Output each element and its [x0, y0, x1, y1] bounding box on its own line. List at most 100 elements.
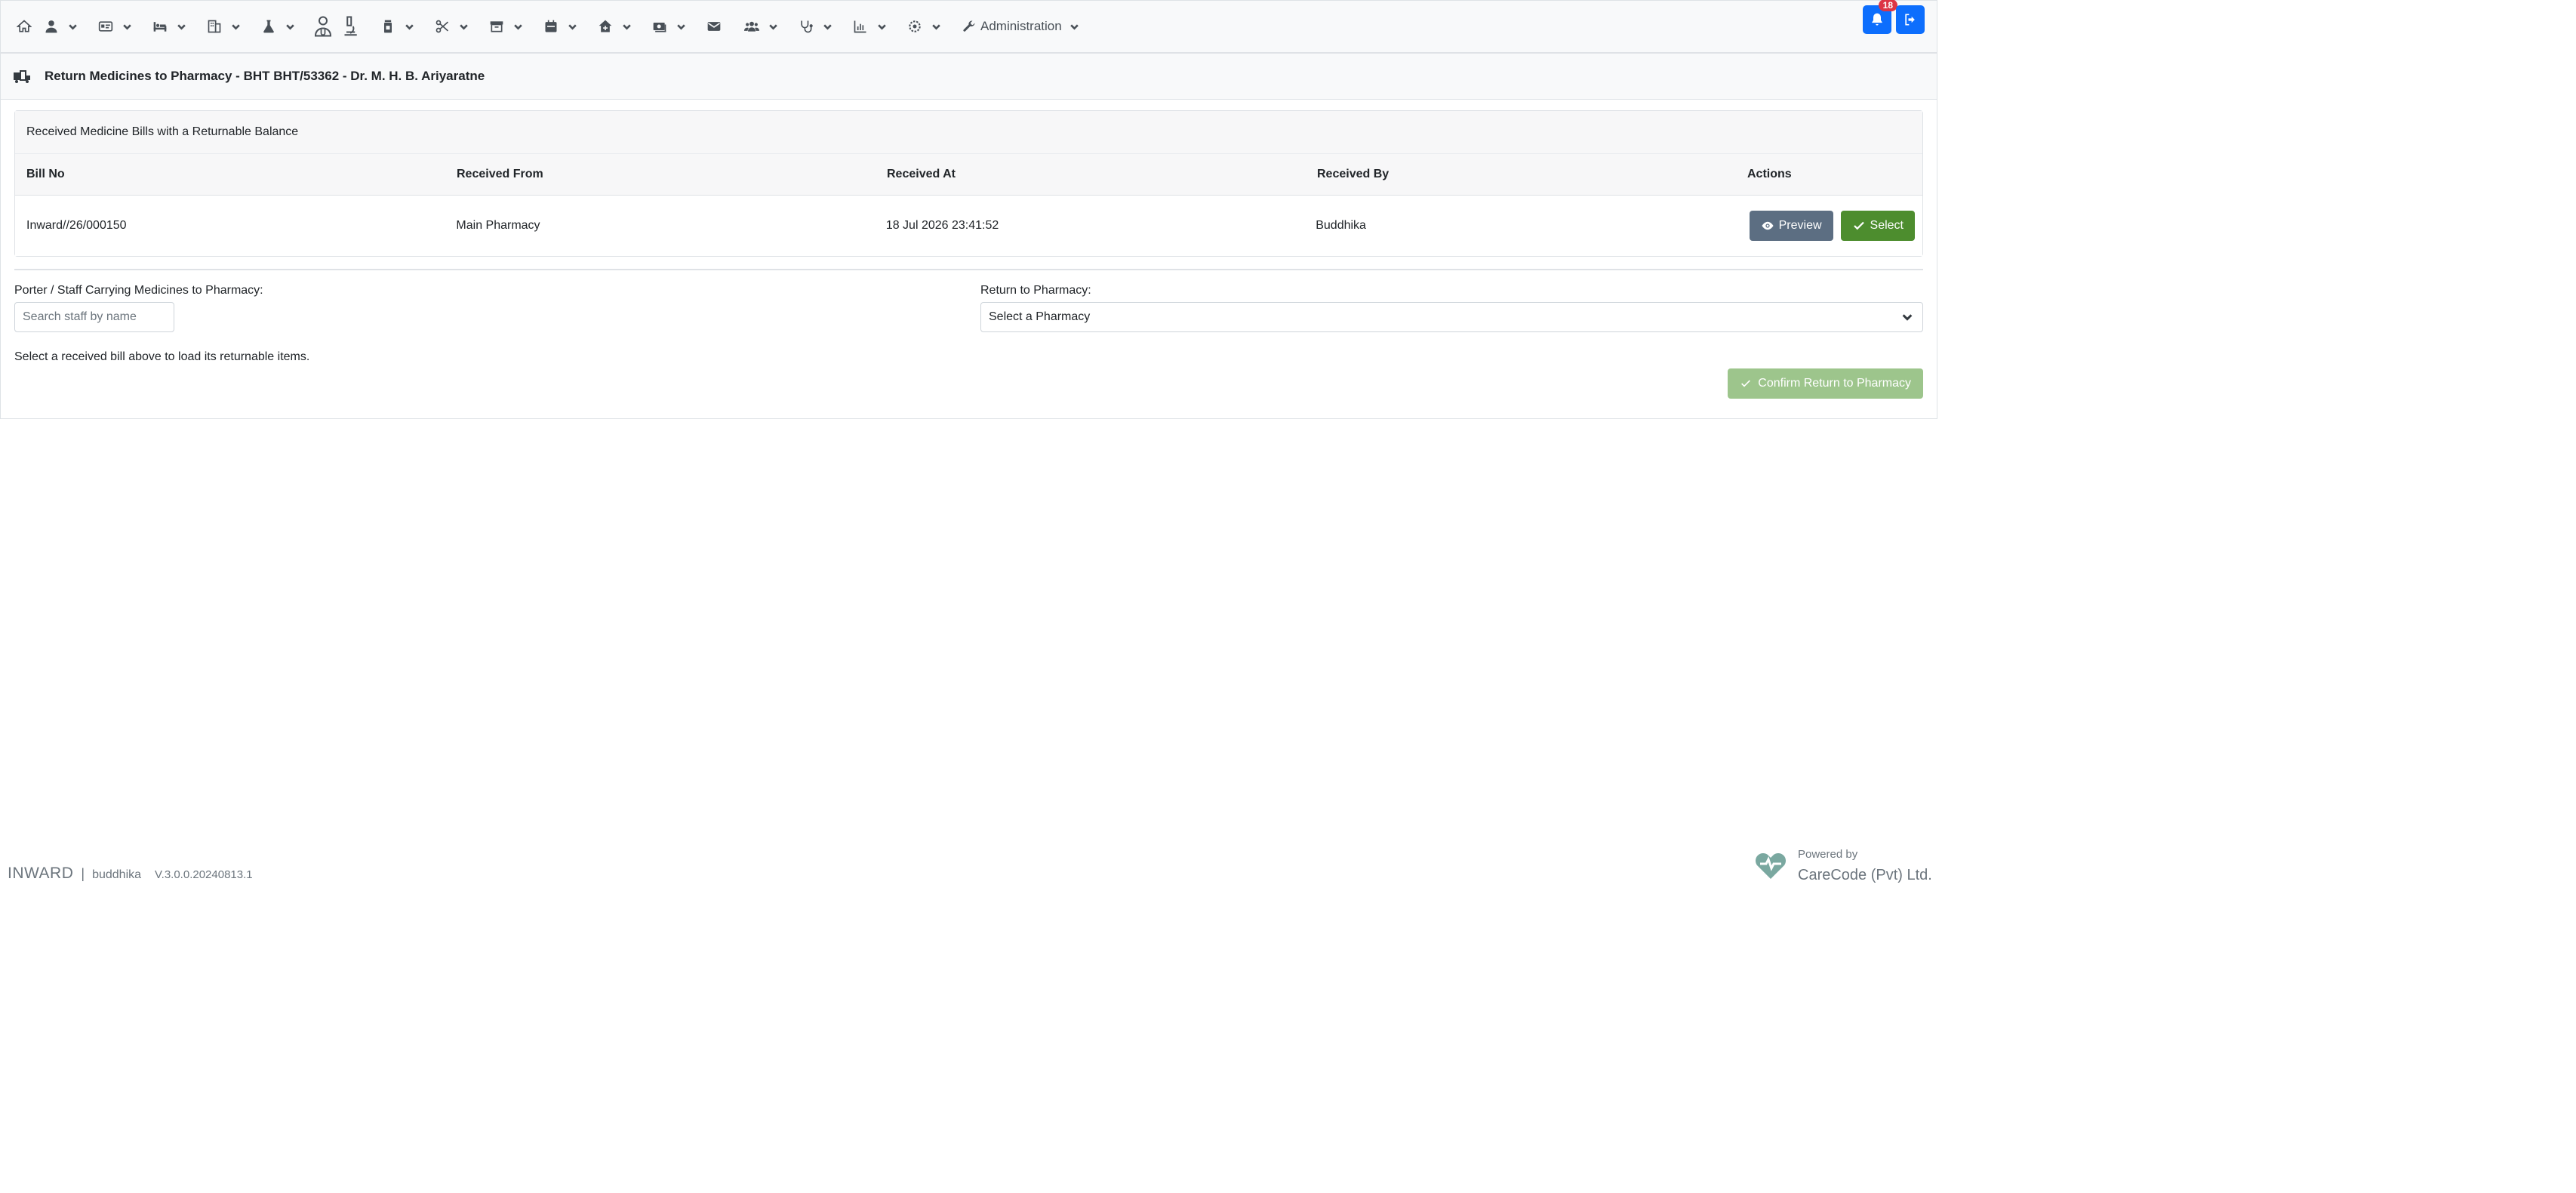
select-button[interactable]: Select — [1840, 211, 1915, 241]
nav-theatre[interactable] — [429, 11, 482, 42]
nav-inward[interactable] — [147, 11, 200, 42]
bed-icon[interactable] — [147, 14, 173, 39]
chevron-down-icon[interactable] — [564, 18, 580, 35]
pharmacy-select[interactable]: Select a Pharmacy — [980, 302, 1923, 332]
chevron-down-icon[interactable] — [401, 18, 417, 35]
stethoscope-icon[interactable] — [793, 14, 819, 39]
preview-label: Preview — [1778, 219, 1822, 232]
nav-store[interactable] — [484, 11, 537, 42]
select-label: Select — [1870, 219, 1904, 232]
home-icon[interactable] — [11, 14, 37, 39]
check-icon — [1853, 221, 1864, 230]
chevron-down-icon[interactable] — [819, 18, 836, 35]
footer-user: buddhika — [92, 868, 142, 881]
chevron-down-icon[interactable] — [173, 18, 189, 35]
nav-patients[interactable] — [38, 11, 91, 42]
navbar-right-actions: 18 — [1863, 0, 1925, 34]
divider — [14, 269, 1923, 270]
cell-received-from: Main Pharmacy — [456, 219, 540, 232]
envelope-icon[interactable] — [701, 14, 727, 39]
bell-icon — [1872, 13, 1882, 26]
column-header-actions: Actions — [1747, 168, 1792, 180]
chevron-down-icon[interactable] — [227, 18, 244, 35]
confirm-row: Confirm Return to Pharmacy — [14, 368, 1923, 399]
porter-field-group: Porter / Staff Carrying Medicines to Pha… — [14, 284, 980, 364]
table-header: Bill No Received From Received At Receiv… — [15, 154, 1922, 196]
page-header: Return Medicines to Pharmacy - BHT BHT/5… — [1, 54, 1937, 100]
nav-appointments[interactable] — [538, 11, 591, 42]
money-icon[interactable] — [647, 14, 672, 39]
cell-actions: Preview Select — [1746, 211, 1922, 241]
nav-payments[interactable] — [647, 11, 700, 42]
logout-button[interactable] — [1896, 5, 1925, 34]
nav-clinical[interactable] — [793, 11, 846, 42]
column-header-received-from: Received From — [457, 168, 543, 180]
cell-received-by: Buddhika — [1316, 219, 1366, 232]
cell-bill-no: Inward//26/000150 — [26, 219, 127, 232]
microscope-icon[interactable] — [337, 14, 363, 39]
top-navbar: Administration 18 — [1, 0, 1937, 54]
doctor-icon[interactable] — [310, 14, 336, 39]
chevron-down-icon[interactable] — [618, 18, 635, 35]
confirm-return-button[interactable]: Confirm Return to Pharmacy — [1728, 368, 1923, 399]
powered-by-text: Powered by CareCode (Pvt) Ltd. — [1798, 848, 1932, 884]
nav-lab[interactable] — [256, 11, 309, 42]
chevron-down-icon[interactable] — [509, 18, 526, 35]
company-name: CareCode (Pvt) Ltd. — [1798, 866, 1932, 883]
chevron-down-icon[interactable] — [64, 18, 81, 35]
footer-version: V.3.0.0.20240813.1 — [155, 868, 253, 881]
notification-count-badge: 18 — [1878, 0, 1897, 11]
medicine-bottle-icon[interactable] — [375, 14, 401, 39]
eye-icon — [1762, 221, 1774, 230]
pharmacy-label: Return to Pharmacy: — [980, 284, 1091, 297]
scissors-icon[interactable] — [429, 14, 455, 39]
nav-clinic[interactable] — [592, 11, 645, 42]
chevron-down-icon[interactable] — [928, 18, 944, 35]
nav-home[interactable] — [11, 11, 37, 42]
chart-icon[interactable] — [848, 14, 873, 39]
nav-messages[interactable] — [701, 11, 727, 42]
cell-received-at: 18 Jul 2026 23:41:52 — [885, 219, 999, 232]
instruction-text: Select a received bill above to load its… — [14, 350, 310, 363]
nav-hr[interactable] — [739, 11, 792, 42]
pharmacy-select-value: Select a Pharmacy — [989, 310, 1091, 323]
nav-diagnostics[interactable] — [337, 11, 363, 42]
notifications-button[interactable]: 18 — [1863, 0, 1897, 34]
chevron-down-icon[interactable] — [672, 18, 689, 35]
page-title: Return Medicines to Pharmacy - BHT BHT/5… — [45, 69, 485, 83]
administration-label[interactable]: Administration — [980, 19, 1062, 34]
check-icon — [1741, 380, 1751, 387]
nav-hospital[interactable] — [202, 11, 254, 42]
footer-separator: | — [81, 866, 85, 881]
clinic-icon[interactable] — [592, 14, 618, 39]
pharmacy-field-group: Return to Pharmacy: Select a Pharmacy — [980, 284, 1923, 364]
chevron-down-icon[interactable] — [118, 18, 135, 35]
nav-administration[interactable]: Administration — [962, 18, 1094, 35]
nav-registration[interactable] — [93, 11, 146, 42]
users-icon[interactable] — [739, 14, 765, 39]
chevron-down-icon — [1902, 314, 1913, 321]
id-card-icon[interactable] — [93, 14, 118, 39]
chevron-down-icon[interactable] — [455, 18, 472, 35]
chevron-down-icon[interactable] — [1066, 18, 1083, 35]
chevron-down-icon[interactable] — [765, 18, 781, 35]
settings-icon[interactable] — [902, 14, 928, 39]
confirm-return-label: Confirm Return to Pharmacy — [1758, 377, 1911, 390]
user-icon[interactable] — [38, 14, 64, 39]
store-icon[interactable] — [484, 14, 509, 39]
nav-reports[interactable] — [848, 11, 900, 42]
logout-icon — [1905, 14, 1915, 26]
chevron-down-icon[interactable] — [282, 18, 298, 35]
powered-by-label: Powered by — [1798, 847, 1858, 861]
table-row: Inward//26/000150 Main Pharmacy 18 Jul 2… — [15, 196, 1922, 256]
preview-button[interactable]: Preview — [1749, 211, 1833, 241]
staff-search-input[interactable]: Search staff by name — [14, 302, 174, 332]
column-header-received-by: Received By — [1317, 168, 1390, 180]
nav-doctors[interactable] — [310, 11, 336, 42]
chevron-down-icon[interactable] — [873, 18, 890, 35]
nav-settings[interactable] — [902, 11, 955, 42]
calendar-icon[interactable] — [538, 14, 564, 39]
nav-pharmacy[interactable] — [375, 11, 428, 42]
building-icon[interactable] — [202, 14, 227, 39]
flask-icon[interactable] — [256, 14, 282, 39]
